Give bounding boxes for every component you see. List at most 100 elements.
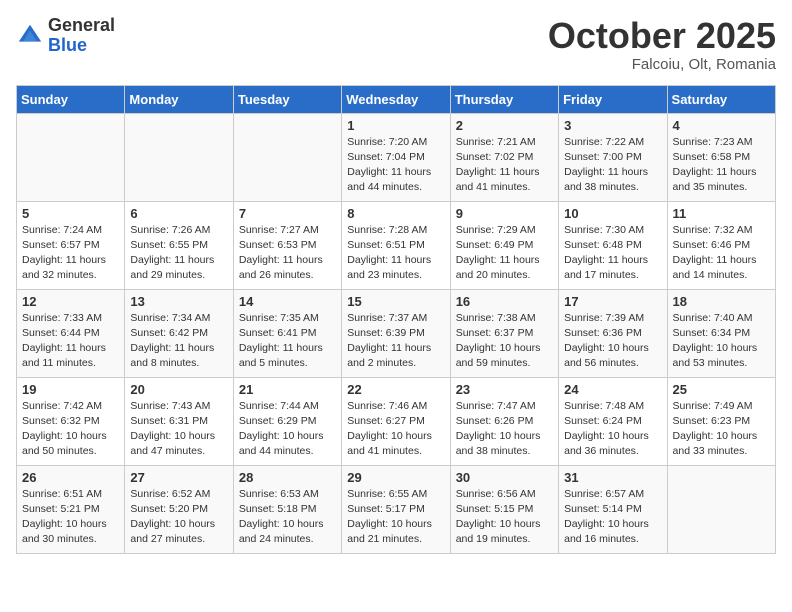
day-info: Sunrise: 7:49 AMSunset: 6:23 PMDaylight:… (673, 399, 770, 460)
calendar-cell: 24 Sunrise: 7:48 AMSunset: 6:24 PMDayligh… (559, 377, 667, 465)
calendar-cell: 26 Sunrise: 6:51 AMSunset: 5:21 PMDayligh… (17, 465, 125, 553)
day-info: Sunrise: 6:56 AMSunset: 5:15 PMDaylight:… (456, 487, 553, 548)
day-info: Sunrise: 7:43 AMSunset: 6:31 PMDaylight:… (130, 399, 227, 460)
day-number: 15 (347, 294, 444, 309)
title-block: October 2025 Falcoiu, Olt, Romania (548, 16, 776, 73)
day-info: Sunrise: 7:22 AMSunset: 7:00 PMDaylight:… (564, 135, 661, 196)
day-number: 7 (239, 206, 336, 221)
day-number: 20 (130, 382, 227, 397)
day-number: 28 (239, 470, 336, 485)
day-number: 17 (564, 294, 661, 309)
day-number: 29 (347, 470, 444, 485)
calendar-cell: 10Sunrise: 7:30 AMSunset: 6:48 PMDayligh… (559, 201, 667, 289)
day-number: 26 (22, 470, 119, 485)
day-info: Sunrise: 6:57 AMSunset: 5:14 PMDaylight:… (564, 487, 661, 548)
day-info: Sunrise: 7:48 AMSunset: 6:24 PMDaylight:… (564, 399, 661, 460)
day-number: 25 (673, 382, 770, 397)
column-header-sunday: Sunday (17, 85, 125, 113)
day-number: 31 (564, 470, 661, 485)
calendar-cell: 23 Sunrise: 7:47 AMSunset: 6:26 PMDayligh… (450, 377, 558, 465)
calendar-cell: 28 Sunrise: 6:53 AMSunset: 5:18 PMDayligh… (233, 465, 341, 553)
calendar-cell: 16 Sunrise: 7:38 AMSunset: 6:37 PMDayligh… (450, 289, 558, 377)
calendar-cell: 27 Sunrise: 6:52 AMSunset: 5:20 PMDayligh… (125, 465, 233, 553)
column-header-monday: Monday (125, 85, 233, 113)
day-number: 27 (130, 470, 227, 485)
day-number: 21 (239, 382, 336, 397)
day-info: Sunrise: 7:46 AMSunset: 6:27 PMDaylight:… (347, 399, 444, 460)
day-number: 24 (564, 382, 661, 397)
day-info: Sunrise: 7:21 AMSunset: 7:02 PMDaylight:… (456, 135, 553, 196)
day-number: 30 (456, 470, 553, 485)
calendar-cell: 25 Sunrise: 7:49 AMSunset: 6:23 PMDayligh… (667, 377, 775, 465)
day-info: Sunrise: 7:26 AMSunset: 6:55 PMDaylight:… (130, 223, 227, 284)
day-info: Sunrise: 6:53 AMSunset: 5:18 PMDaylight:… (239, 487, 336, 548)
calendar-cell: 4 Sunrise: 7:23 AMSunset: 6:58 PMDaylight… (667, 113, 775, 201)
day-number: 5 (22, 206, 119, 221)
column-header-tuesday: Tuesday (233, 85, 341, 113)
day-info: Sunrise: 7:38 AMSunset: 6:37 PMDaylight:… (456, 311, 553, 372)
calendar-week-row: 26 Sunrise: 6:51 AMSunset: 5:21 PMDayligh… (17, 465, 776, 553)
day-number: 4 (673, 118, 770, 133)
calendar-cell: 29 Sunrise: 6:55 AMSunset: 5:17 PMDayligh… (342, 465, 450, 553)
day-number: 2 (456, 118, 553, 133)
day-number: 14 (239, 294, 336, 309)
calendar-cell: 31 Sunrise: 6:57 AMSunset: 5:14 PMDayligh… (559, 465, 667, 553)
day-info: Sunrise: 7:27 AMSunset: 6:53 PMDaylight:… (239, 223, 336, 284)
day-info: Sunrise: 7:35 AMSunset: 6:41 PMDaylight:… (239, 311, 336, 372)
day-info: Sunrise: 7:30 AMSunset: 6:48 PMDaylight:… (564, 223, 661, 284)
day-info: Sunrise: 7:29 AMSunset: 6:49 PMDaylight:… (456, 223, 553, 284)
calendar-header-row: SundayMondayTuesdayWednesdayThursdayFrid… (17, 85, 776, 113)
day-info: Sunrise: 6:52 AMSunset: 5:20 PMDaylight:… (130, 487, 227, 548)
calendar-cell: 22 Sunrise: 7:46 AMSunset: 6:27 PMDayligh… (342, 377, 450, 465)
calendar-cell: 9 Sunrise: 7:29 AMSunset: 6:49 PMDaylight… (450, 201, 558, 289)
calendar-cell: 30 Sunrise: 6:56 AMSunset: 5:15 PMDayligh… (450, 465, 558, 553)
calendar-cell: 21Sunrise: 7:44 AMSunset: 6:29 PMDayligh… (233, 377, 341, 465)
calendar-week-row: 5 Sunrise: 7:24 AMSunset: 6:57 PMDaylight… (17, 201, 776, 289)
day-number: 22 (347, 382, 444, 397)
day-number: 18 (673, 294, 770, 309)
calendar-table: SundayMondayTuesdayWednesdayThursdayFrid… (16, 85, 776, 554)
calendar-cell: 20 Sunrise: 7:43 AMSunset: 6:31 PMDayligh… (125, 377, 233, 465)
day-info: Sunrise: 7:23 AMSunset: 6:58 PMDaylight:… (673, 135, 770, 196)
day-info: Sunrise: 6:51 AMSunset: 5:21 PMDaylight:… (22, 487, 119, 548)
calendar-cell: 1Sunrise: 7:20 AMSunset: 7:04 PMDaylight… (342, 113, 450, 201)
column-header-thursday: Thursday (450, 85, 558, 113)
calendar-week-row: 1Sunrise: 7:20 AMSunset: 7:04 PMDaylight… (17, 113, 776, 201)
logo: General Blue (16, 16, 115, 56)
day-number: 8 (347, 206, 444, 221)
calendar-cell: 15Sunrise: 7:37 AMSunset: 6:39 PMDayligh… (342, 289, 450, 377)
calendar-cell: 19Sunrise: 7:42 AMSunset: 6:32 PMDayligh… (17, 377, 125, 465)
day-info: Sunrise: 7:33 AMSunset: 6:44 PMDaylight:… (22, 311, 119, 372)
calendar-cell: 8Sunrise: 7:28 AMSunset: 6:51 PMDaylight… (342, 201, 450, 289)
logo-text: General Blue (48, 16, 115, 56)
calendar-cell: 12Sunrise: 7:33 AMSunset: 6:44 PMDayligh… (17, 289, 125, 377)
column-header-saturday: Saturday (667, 85, 775, 113)
calendar-cell: 14 Sunrise: 7:35 AMSunset: 6:41 PMDayligh… (233, 289, 341, 377)
calendar-cell: 3 Sunrise: 7:22 AMSunset: 7:00 PMDaylight… (559, 113, 667, 201)
day-info: Sunrise: 7:39 AMSunset: 6:36 PMDaylight:… (564, 311, 661, 372)
logo-general-text: General (48, 16, 115, 36)
day-number: 9 (456, 206, 553, 221)
day-info: Sunrise: 7:47 AMSunset: 6:26 PMDaylight:… (456, 399, 553, 460)
day-info: Sunrise: 7:24 AMSunset: 6:57 PMDaylight:… (22, 223, 119, 284)
day-info: Sunrise: 7:34 AMSunset: 6:42 PMDaylight:… (130, 311, 227, 372)
logo-blue-text: Blue (48, 36, 115, 56)
column-header-wednesday: Wednesday (342, 85, 450, 113)
calendar-cell: 6 Sunrise: 7:26 AMSunset: 6:55 PMDaylight… (125, 201, 233, 289)
calendar-cell: 13 Sunrise: 7:34 AMSunset: 6:42 PMDayligh… (125, 289, 233, 377)
day-number: 3 (564, 118, 661, 133)
day-info: Sunrise: 7:42 AMSunset: 6:32 PMDaylight:… (22, 399, 119, 460)
calendar-week-row: 19Sunrise: 7:42 AMSunset: 6:32 PMDayligh… (17, 377, 776, 465)
day-number: 13 (130, 294, 227, 309)
calendar-cell: 2 Sunrise: 7:21 AMSunset: 7:02 PMDaylight… (450, 113, 558, 201)
calendar-cell: 17 Sunrise: 7:39 AMSunset: 6:36 PMDayligh… (559, 289, 667, 377)
month-title: October 2025 (548, 16, 776, 56)
calendar-cell (125, 113, 233, 201)
calendar-cell: 11Sunrise: 7:32 AMSunset: 6:46 PMDayligh… (667, 201, 775, 289)
day-number: 23 (456, 382, 553, 397)
day-number: 6 (130, 206, 227, 221)
logo-icon (16, 22, 44, 50)
day-number: 16 (456, 294, 553, 309)
day-info: Sunrise: 6:55 AMSunset: 5:17 PMDaylight:… (347, 487, 444, 548)
column-header-friday: Friday (559, 85, 667, 113)
